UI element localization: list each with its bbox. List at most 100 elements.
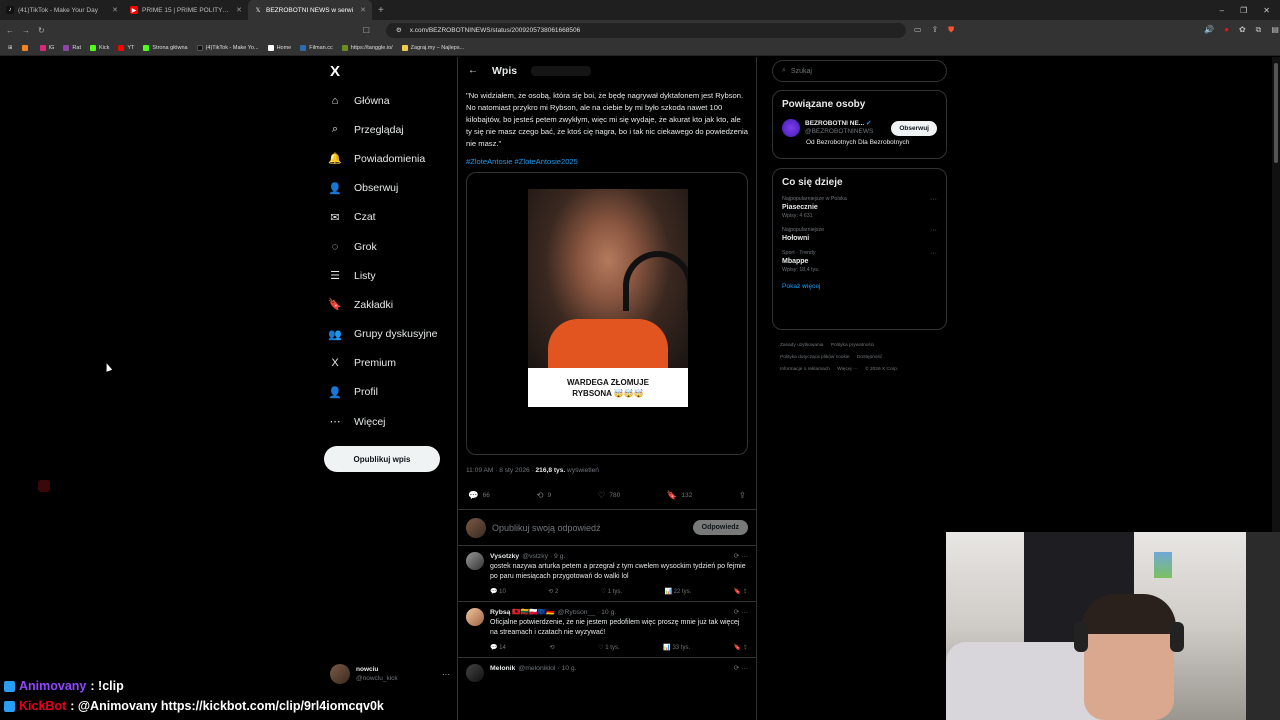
- browser-tab-youtube[interactable]: ▶ PRIME 15 | PRIME POLITYK SHOW - ✕: [124, 0, 248, 20]
- footer-link[interactable]: Więcej ···: [837, 367, 858, 372]
- bookmark-item[interactable]: [21, 44, 31, 51]
- url-input[interactable]: ⚙ x.com/BEZROBOTNINEWS/status/2009205738…: [385, 22, 906, 38]
- reply-action[interactable]: 💬 66: [468, 490, 490, 501]
- nav-item-chat[interactable]: ✉ Czat: [328, 203, 458, 232]
- bookmark-icon: 🔖: [328, 299, 342, 312]
- page-scrollbar[interactable]: [1272, 57, 1280, 532]
- apps-grid-icon[interactable]: ⊞: [8, 45, 13, 51]
- like-action[interactable]: ♡ 780: [598, 490, 620, 501]
- video-thumbnail[interactable]: [528, 189, 688, 368]
- bookmark-share-icons[interactable]: 🔖 ⇪: [734, 588, 748, 595]
- new-tab-button[interactable]: +: [378, 5, 384, 16]
- audio-icon[interactable]: 🔊: [1204, 25, 1214, 35]
- heart-icon[interactable]: ♡ 1 tys.: [598, 644, 619, 651]
- reply-icon[interactable]: 💬 14: [490, 644, 506, 651]
- nav-item-lists[interactable]: ☰ Listy: [328, 261, 458, 290]
- x-logo-icon[interactable]: X: [330, 63, 340, 80]
- nav-item-grok[interactable]: ◌ Grok: [328, 232, 458, 261]
- footer-link[interactable]: Dostępność: [857, 355, 882, 360]
- share-action[interactable]: ⇪: [739, 490, 746, 501]
- show-more-link[interactable]: Pokaż więcej: [782, 283, 937, 290]
- trend-item[interactable]: Najpopularniejsze Hołowni ···: [782, 227, 937, 242]
- bookmark-action[interactable]: 🔖 132: [667, 490, 692, 501]
- reply-more-icons[interactable]: ⟳ ···: [734, 552, 748, 560]
- close-tab-icon[interactable]: ✕: [360, 6, 366, 14]
- record-icon[interactable]: ●: [1224, 25, 1229, 35]
- post-button[interactable]: Opublikuj wpis: [324, 446, 440, 472]
- nav-item-home[interactable]: ⌂ Główna: [328, 86, 458, 115]
- nav-item-notifications[interactable]: 🔔 Powiadomienia: [328, 144, 458, 173]
- more-dots-icon[interactable]: ···: [930, 250, 937, 257]
- reply-author[interactable]: Melonik: [490, 665, 515, 672]
- sidebar-icon[interactable]: ▤: [1271, 25, 1279, 35]
- restore-icon[interactable]: ❐: [1240, 6, 1247, 15]
- bookmark-item[interactable]: Kick: [89, 44, 109, 51]
- heart-icon[interactable]: ♡ 1 tys.: [601, 588, 622, 595]
- back-arrow-icon[interactable]: ←: [468, 65, 478, 76]
- close-tab-icon[interactable]: ✕: [236, 6, 242, 14]
- reply-more-icons[interactable]: ⟳ ···: [734, 664, 748, 672]
- follow-button[interactable]: Obserwuj: [891, 120, 937, 136]
- webcam-hair-shape: [1082, 594, 1176, 634]
- footer-link[interactable]: Polityka dotycząca plików cookie: [780, 355, 850, 360]
- browser-tab-x[interactable]: 𝕏 BEZROBOTNI NEWS w serwi ✕: [248, 0, 372, 20]
- reload-icon[interactable]: ↻: [38, 26, 45, 35]
- bookmark-item[interactable]: Zagraj.my – Najleps...: [401, 44, 464, 51]
- more-dots-icon[interactable]: ···: [930, 227, 937, 234]
- post-media[interactable]: WARDEGA ZŁOMUJE RYBSONA 🤯🤯🤯: [466, 172, 748, 455]
- views-icon[interactable]: 📊 33 tys.: [663, 644, 690, 651]
- nav-item-communities[interactable]: 👥 Grupy dyskusyjne: [328, 320, 458, 349]
- reply-item[interactable]: Vysotzky @vstzky · 9 g. ⟳ ··· gostek nazyw…: [458, 546, 756, 602]
- cast-icon[interactable]: ▭: [914, 25, 922, 35]
- nav-item-bookmarks[interactable]: 🔖 Zakładki: [328, 290, 458, 319]
- views-icon[interactable]: 📊 22 tys.: [665, 588, 692, 595]
- browser-tab-tiktok[interactable]: ♪ (41)TikTok - Make Your Day ✕: [0, 0, 124, 20]
- bookmark-item[interactable]: Strona główna: [143, 44, 188, 51]
- repost-icon[interactable]: ⟲: [550, 644, 555, 651]
- bookmark-item[interactable]: (4)TikTok - Make Yo...: [196, 44, 259, 51]
- bookmark-item[interactable]: IG: [39, 44, 54, 51]
- site-info-icon[interactable]: ⚙: [396, 26, 402, 34]
- reply-author[interactable]: Vysotzky: [490, 553, 519, 560]
- back-icon[interactable]: ←: [6, 26, 14, 35]
- footer-link[interactable]: Zasady użytkowania: [780, 343, 823, 348]
- extension-icon[interactable]: ✿: [1239, 25, 1246, 35]
- bookmark-item[interactable]: YT: [118, 44, 134, 51]
- nav-item-profile[interactable]: 👤 Profil: [328, 378, 458, 407]
- scrollbar-thumb[interactable]: [1274, 63, 1278, 163]
- minimize-icon[interactable]: –: [1220, 6, 1224, 15]
- post-hashtags[interactable]: #ZloteAntosie #ZloteAntosie2025: [458, 150, 756, 166]
- bookmark-item[interactable]: Rat: [63, 44, 81, 51]
- related-person[interactable]: BEZROBOTNI NE... ✔ @BEZROBOTNINEWS Obser…: [782, 119, 937, 137]
- trend-item[interactable]: Najpopularniejsze w Polska Piasecznie Wp…: [782, 196, 937, 219]
- bookmark-item[interactable]: Home: [267, 44, 291, 51]
- nav-item-follow[interactable]: 👤 Obserwuj: [328, 174, 458, 203]
- search-input[interactable]: ⌕ Szukaj: [772, 60, 947, 82]
- reply-input[interactable]: Opublikuj swoją odpowiedź: [492, 523, 687, 533]
- reply-author[interactable]: Rybsą 🇦🇱🇱🇹🇵🇱🇪🇺🇩🇪: [490, 608, 555, 616]
- trend-item[interactable]: Sport · Trendy Mbappe Wpisy: 18,4 tys. ·…: [782, 250, 937, 273]
- footer-link[interactable]: Polityka prywatności: [831, 343, 874, 348]
- nav-item-more[interactable]: ⋯ Więcej: [328, 407, 458, 436]
- footer-link[interactable]: Informacje o reklamach: [780, 367, 830, 372]
- more-dots-icon[interactable]: ···: [930, 196, 937, 203]
- bookmark-share-icons[interactable]: 🔖 ⇪: [734, 644, 748, 651]
- forward-icon[interactable]: →: [22, 26, 30, 35]
- bookmark-item[interactable]: Filman.cc: [300, 44, 333, 51]
- bookmark-item[interactable]: https://tanggle.io/: [341, 44, 393, 51]
- people-icon: 👥: [328, 328, 342, 341]
- close-window-icon[interactable]: ✕: [1263, 6, 1270, 15]
- reply-button[interactable]: Odpowiedz: [692, 520, 748, 535]
- bookmark-page-icon[interactable]: ☐: [363, 26, 370, 35]
- repost-action[interactable]: ⟲ 9: [536, 490, 551, 501]
- close-tab-icon[interactable]: ✕: [112, 6, 118, 14]
- nav-item-explore[interactable]: ⌕ Przeglądaj: [328, 115, 458, 144]
- repost-icon[interactable]: ⟲ 2: [548, 588, 558, 595]
- puzzle-icon[interactable]: ⧉: [1256, 25, 1262, 35]
- reply-item[interactable]: Rybsą 🇦🇱🇱🇹🇵🇱🇪🇺🇩🇪 @Rybson__ · 10 g. ⟳ ··· O…: [458, 602, 756, 658]
- reply-icon[interactable]: 💬 10: [490, 588, 506, 595]
- brave-shield-icon[interactable]: ⛊: [948, 25, 954, 35]
- reply-more-icons[interactable]: ⟳ ···: [734, 608, 748, 616]
- nav-item-premium[interactable]: X Premium: [328, 349, 458, 378]
- share-icon[interactable]: ⇪: [931, 25, 938, 35]
